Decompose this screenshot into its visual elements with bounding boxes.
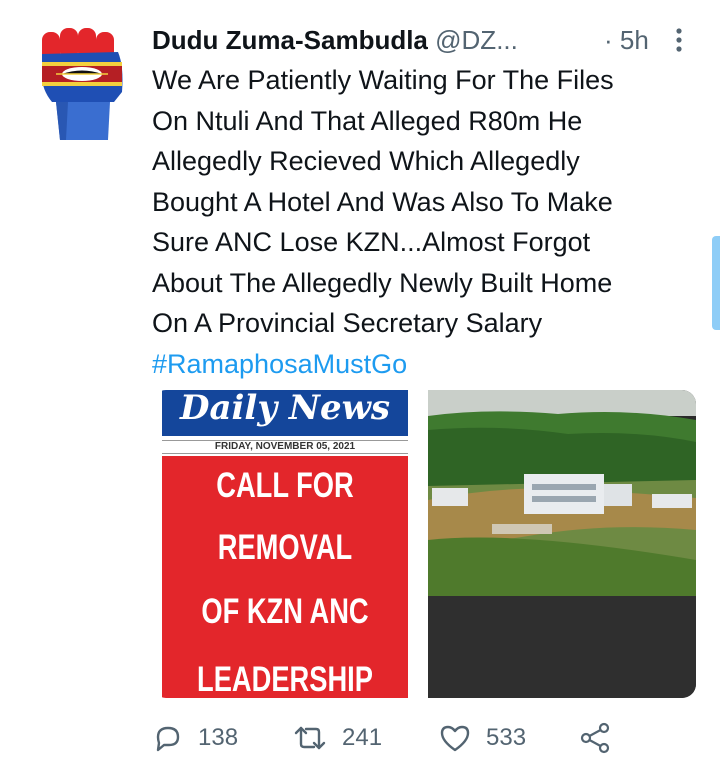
mansion-photo-icon bbox=[428, 390, 696, 698]
separator-dot: · bbox=[604, 25, 613, 55]
retweet-icon bbox=[294, 726, 326, 750]
more-options-icon[interactable] bbox=[674, 24, 684, 56]
raised-fist-flag-icon bbox=[42, 28, 123, 140]
headline-line: REMOVAL bbox=[217, 528, 353, 567]
hillside-mansion-photo[interactable] bbox=[428, 390, 696, 698]
share-icon bbox=[580, 722, 610, 754]
like-button[interactable]: 533 bbox=[438, 718, 526, 758]
tweet-time: 5h bbox=[619, 25, 649, 55]
retweet-count: 241 bbox=[342, 724, 383, 751]
tweet-text: We Are Patiently Waiting For The Files O… bbox=[152, 60, 692, 384]
reply-button[interactable]: 138 bbox=[152, 718, 238, 758]
tweet-text-line: On Ntuli And That Alleged R80m He bbox=[152, 105, 583, 136]
headline-line: OF KZN ANC bbox=[201, 592, 369, 631]
author-display-name[interactable]: Dudu Zuma-Sambudla bbox=[152, 25, 428, 55]
tweet-actions: 138 241 533 bbox=[152, 718, 692, 758]
share-button[interactable] bbox=[578, 718, 626, 758]
reply-icon bbox=[156, 726, 180, 752]
newspaper-image[interactable]: Daily News FRIDAY, NOVEMBER 05, 2021 CAL… bbox=[152, 390, 418, 698]
hashtag-link[interactable]: #RamaphosaMustGo bbox=[152, 344, 692, 385]
tweet-text-line: Bought A Hotel And Was Also To Make bbox=[152, 186, 613, 217]
tweet-text-line: About The Allegedly Newly Built Home bbox=[152, 267, 613, 298]
tweet-media: Daily News FRIDAY, NOVEMBER 05, 2021 CAL… bbox=[152, 390, 696, 698]
scrollbar-thumb[interactable] bbox=[712, 236, 720, 330]
tweet-header: Dudu Zuma-Sambudla @DZ... · 5h bbox=[152, 24, 692, 56]
author-avatar[interactable] bbox=[38, 26, 126, 142]
headline-line: CALL FOR bbox=[216, 466, 354, 505]
tweet-text-line: Allegedly Recieved Which Allegedly bbox=[152, 146, 580, 176]
timestamp[interactable]: · 5h bbox=[604, 24, 649, 56]
newspaper-headline-box: CALL FOR REMOVAL OF KZN ANC LEADERSHIP bbox=[162, 456, 408, 698]
headline-line: LEADERSHIP bbox=[197, 660, 373, 698]
author-handle[interactable]: @DZ... bbox=[435, 25, 518, 55]
heart-icon bbox=[440, 725, 470, 752]
like-count: 533 bbox=[486, 724, 527, 751]
newspaper-masthead: Daily News bbox=[162, 390, 408, 436]
reply-count: 138 bbox=[198, 724, 239, 751]
retweet-button[interactable]: 241 bbox=[292, 718, 382, 758]
newspaper-date: FRIDAY, NOVEMBER 05, 2021 bbox=[162, 440, 408, 454]
tweet-text-line: On A Provincial Secretary Salary bbox=[152, 308, 543, 338]
tweet-text-line: We Are Patiently Waiting For The Files bbox=[152, 65, 614, 95]
tweet-text-line: Sure ANC Lose KZN...Almost Forgot bbox=[152, 227, 591, 257]
